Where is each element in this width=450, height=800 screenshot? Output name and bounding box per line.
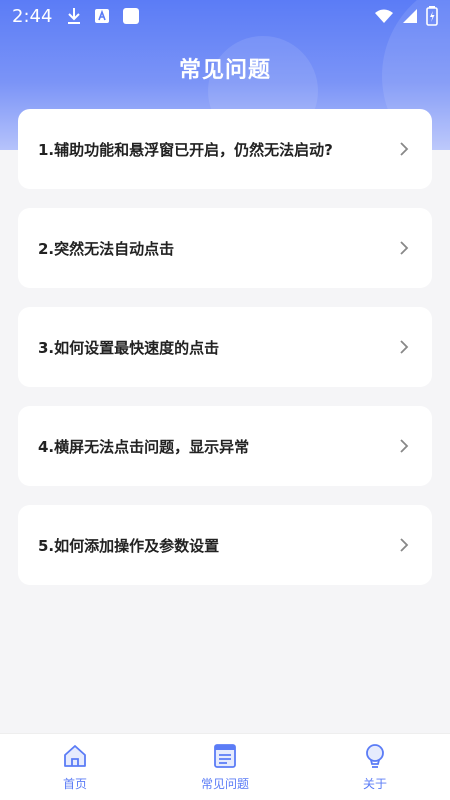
notification-icons (66, 7, 140, 25)
system-icons (374, 6, 438, 26)
faq-item[interactable]: 4.横屏无法点击问题，显示异常 (18, 406, 432, 486)
download-icon (66, 7, 82, 25)
chevron-right-icon (396, 537, 412, 553)
faq-item-label: 3.如何设置最快速度的点击 (38, 338, 220, 357)
nav-item-about[interactable]: 关于 (300, 734, 450, 800)
nav-item-label: 首页 (62, 776, 87, 791)
nav-item-faq[interactable]: 常见问题 (150, 734, 300, 800)
chevron-right-icon (396, 240, 412, 256)
nav-item-label: 关于 (362, 776, 387, 791)
bottom-nav: 首页 常见问题 关于 (0, 733, 450, 800)
nav-item-label: 常见问题 (200, 776, 249, 791)
square-icon (122, 7, 140, 25)
app-store-icon (94, 8, 110, 24)
lightbulb-icon (362, 743, 388, 769)
faq-item[interactable]: 3.如何设置最快速度的点击 (18, 307, 432, 387)
status-bar: 2:44 (0, 0, 450, 32)
signal-icon (402, 8, 418, 24)
faq-item[interactable]: 2.突然无法自动点击 (18, 208, 432, 288)
faq-item-label: 4.横屏无法点击问题，显示异常 (38, 437, 250, 456)
chevron-right-icon (396, 141, 412, 157)
chevron-right-icon (396, 339, 412, 355)
faq-item[interactable]: 5.如何添加操作及参数设置 (18, 505, 432, 585)
page-title: 常见问题 (178, 58, 271, 83)
faq-list: 1.辅助功能和悬浮窗已开启，仍然无法启动? 2.突然无法自动点击 3.如何设置最… (18, 109, 432, 604)
faq-doc-icon (212, 743, 238, 769)
faq-item-label: 5.如何添加操作及参数设置 (38, 536, 220, 555)
wifi-icon (374, 8, 394, 24)
chevron-right-icon (396, 438, 412, 454)
status-time: 2:44 (12, 5, 53, 27)
faq-item-label: 2.突然无法自动点击 (38, 239, 175, 258)
faq-item[interactable]: 1.辅助功能和悬浮窗已开启，仍然无法启动? (18, 109, 432, 189)
battery-charging-icon (426, 6, 438, 26)
nav-item-home[interactable]: 首页 (0, 734, 150, 800)
home-icon (62, 743, 88, 769)
faq-item-label: 1.辅助功能和悬浮窗已开启，仍然无法启动? (38, 140, 333, 159)
